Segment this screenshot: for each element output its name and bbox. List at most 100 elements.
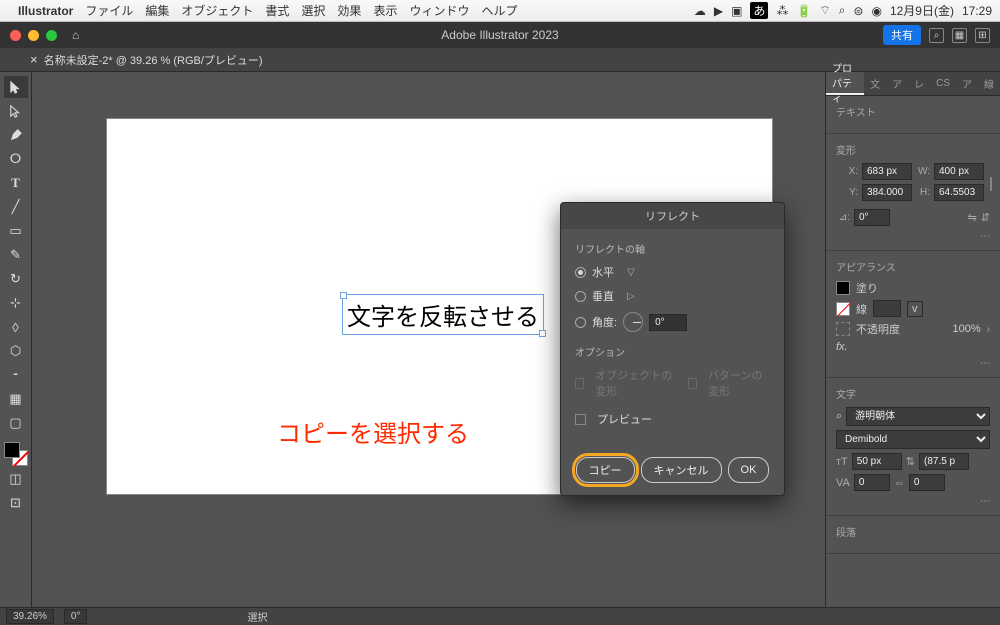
- menu-view[interactable]: 表示: [373, 2, 397, 19]
- fill-stroke-swatches[interactable]: [4, 442, 28, 466]
- stroke-unit-dropdown[interactable]: v: [907, 301, 923, 317]
- opacity-arrow-icon[interactable]: ›: [987, 324, 990, 335]
- eyedropper-tool[interactable]: ⁃: [4, 364, 28, 386]
- menu-type[interactable]: 書式: [265, 2, 289, 19]
- flip-v-icon[interactable]: ⇵: [981, 211, 990, 224]
- status-play-icon[interactable]: ▶: [714, 4, 723, 18]
- leading-input[interactable]: [919, 453, 969, 470]
- status-siri-icon[interactable]: ◉: [871, 4, 881, 18]
- fill-swatch[interactable]: [4, 442, 20, 458]
- menu-select[interactable]: 選択: [301, 2, 325, 19]
- font-search-icon[interactable]: ⌕: [836, 410, 842, 423]
- radio-horizontal[interactable]: [575, 267, 586, 278]
- status-box-icon[interactable]: ▣: [731, 4, 742, 18]
- h-input[interactable]: [934, 184, 984, 201]
- radio-vertical[interactable]: [575, 291, 586, 302]
- canvas-text-object[interactable]: 文字を反転させる: [342, 294, 544, 335]
- y-input[interactable]: [862, 184, 912, 201]
- app-name[interactable]: Illustrator: [18, 4, 73, 18]
- rotate-tool[interactable]: ↻: [4, 268, 28, 290]
- tab-cs[interactable]: CS: [930, 72, 956, 95]
- screen-mode-icon[interactable]: ⊡: [4, 492, 28, 514]
- angle-input[interactable]: [649, 314, 687, 331]
- opacity-value[interactable]: 100%: [953, 323, 981, 335]
- tab-properties[interactable]: プロパティ: [826, 72, 864, 95]
- status-time[interactable]: 17:29: [962, 4, 992, 18]
- selection-tool[interactable]: [4, 76, 28, 98]
- transform-more-icon[interactable]: ⋯: [980, 231, 990, 242]
- pen-tool[interactable]: [4, 124, 28, 146]
- tab-a2[interactable]: ア: [956, 72, 978, 95]
- checkbox-preview[interactable]: [575, 414, 586, 425]
- ok-button[interactable]: OK: [728, 457, 770, 483]
- share-button[interactable]: 共有: [883, 25, 921, 45]
- draw-mode-icon[interactable]: ◫: [4, 468, 28, 490]
- fill-color-swatch[interactable]: [836, 281, 850, 295]
- zoom-field[interactable]: 39.26%: [6, 609, 54, 624]
- w-input[interactable]: [934, 163, 984, 180]
- menu-object[interactable]: オブジェクト: [181, 2, 253, 19]
- document-tab[interactable]: 名称未設定-2* @ 39.26 % (RGB/プレビュー): [44, 52, 263, 68]
- tab-layers[interactable]: レ: [908, 72, 930, 95]
- menu-effect[interactable]: 効果: [337, 2, 361, 19]
- gradient-tool[interactable]: ▦: [4, 388, 28, 410]
- character-more-icon[interactable]: ⋯: [980, 496, 990, 507]
- radio-angle[interactable]: [575, 317, 586, 328]
- workspace-icon[interactable]: ⊞: [975, 28, 990, 43]
- status-spotlight-icon[interactable]: ⌕: [839, 3, 846, 18]
- stroke-color-swatch[interactable]: [836, 302, 850, 316]
- link-wh-icon[interactable]: [990, 177, 992, 191]
- tab-close-icon[interactable]: ×: [30, 52, 38, 67]
- status-control-center-icon[interactable]: ⊜: [853, 4, 863, 18]
- kerning-input[interactable]: [854, 474, 890, 491]
- status-bluetooth-icon[interactable]: ⁂: [776, 4, 788, 18]
- home-icon[interactable]: ⌂: [72, 28, 79, 42]
- close-window-button[interactable]: [10, 30, 21, 41]
- maximize-window-button[interactable]: [46, 30, 57, 41]
- status-wifi-icon[interactable]: ⌔: [819, 3, 830, 18]
- width-tool[interactable]: ◊: [4, 316, 28, 338]
- appearance-more-icon[interactable]: ⋯: [980, 358, 990, 369]
- rectangle-tool[interactable]: ▭: [4, 220, 28, 242]
- radio-angle-row[interactable]: 角度:: [575, 312, 770, 332]
- fx-label[interactable]: fx.: [836, 341, 848, 353]
- rotate-input[interactable]: [854, 209, 890, 226]
- paintbrush-tool[interactable]: ✎: [4, 244, 28, 266]
- x-input[interactable]: [862, 163, 912, 180]
- direct-selection-tool[interactable]: [4, 100, 28, 122]
- curvature-tool[interactable]: ⵔ: [4, 148, 28, 170]
- menu-help[interactable]: ヘルプ: [481, 2, 517, 19]
- tab-doc[interactable]: 文: [864, 72, 886, 95]
- reference-point-icon[interactable]: [836, 175, 838, 193]
- font-family-select[interactable]: 游明朝体: [846, 407, 990, 426]
- status-date[interactable]: 12月9日(金): [890, 2, 954, 19]
- opacity-swatch-icon[interactable]: [836, 322, 850, 336]
- minimize-window-button[interactable]: [28, 30, 39, 41]
- line-tool[interactable]: ╱: [4, 196, 28, 218]
- status-ime-icon[interactable]: あ: [750, 2, 768, 19]
- cancel-button[interactable]: キャンセル: [641, 457, 722, 483]
- stroke-weight-input[interactable]: [873, 300, 901, 317]
- rotation-field[interactable]: 0°: [64, 609, 88, 624]
- tab-stroke[interactable]: 線: [978, 72, 1000, 95]
- preview-row[interactable]: プレビュー: [575, 411, 770, 427]
- font-size-input[interactable]: [852, 453, 902, 470]
- tab-art[interactable]: ア: [886, 72, 908, 95]
- scale-tool[interactable]: ⊹: [4, 292, 28, 314]
- radio-vertical-row[interactable]: 垂直 ▷: [575, 288, 770, 304]
- type-tool[interactable]: T: [4, 172, 28, 194]
- menu-edit[interactable]: 編集: [145, 2, 169, 19]
- angle-dial[interactable]: [623, 312, 643, 332]
- search-icon[interactable]: ⌕: [929, 28, 944, 43]
- shape-builder-tool[interactable]: ⬡: [4, 340, 28, 362]
- menu-window[interactable]: ウィンドウ: [409, 2, 469, 19]
- menu-file[interactable]: ファイル: [85, 2, 133, 19]
- radio-horizontal-row[interactable]: 水平 ▽: [575, 264, 770, 280]
- flip-h-icon[interactable]: ⇋: [968, 211, 977, 224]
- arrange-icon[interactable]: ▦: [952, 28, 967, 43]
- artboard-tool[interactable]: ▢: [4, 412, 28, 434]
- font-style-select[interactable]: Demibold: [836, 430, 990, 449]
- status-cloud-icon[interactable]: ☁: [694, 4, 706, 18]
- copy-button[interactable]: コピー: [576, 457, 635, 483]
- status-battery-icon[interactable]: 🔋: [796, 4, 811, 18]
